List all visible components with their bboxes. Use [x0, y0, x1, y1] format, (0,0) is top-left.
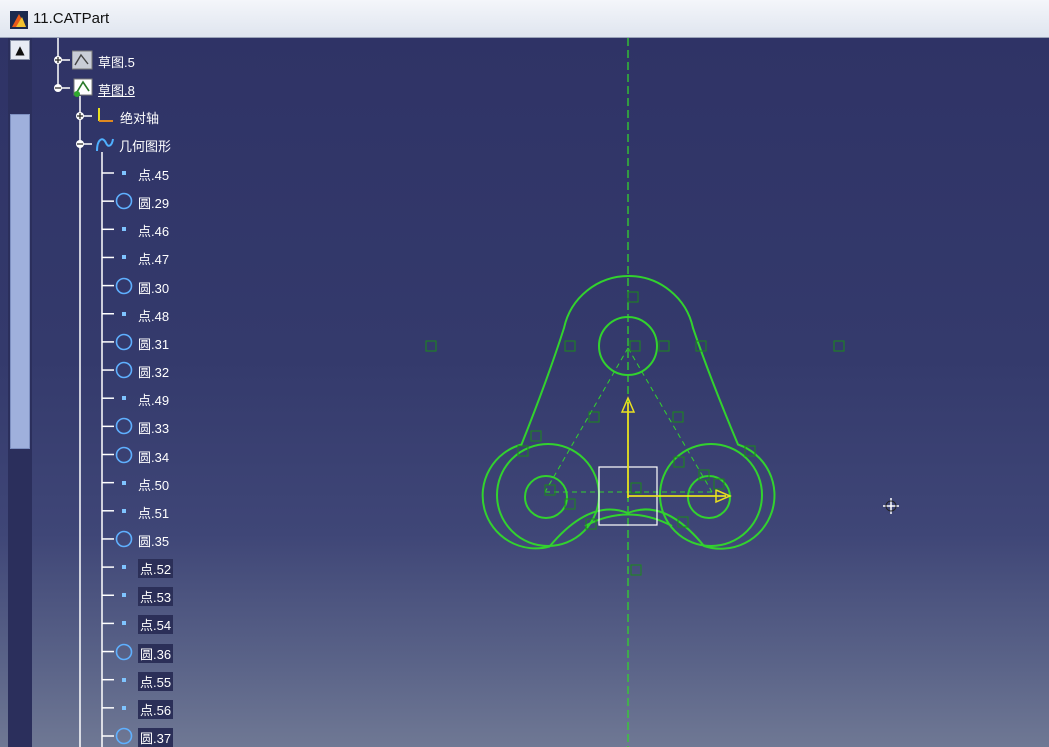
constraint-icon	[425, 340, 437, 352]
point-icon	[122, 508, 126, 513]
move-cursor-icon	[883, 498, 899, 514]
expander-minus-icon[interactable]	[76, 140, 84, 148]
tree-item-geometry-child[interactable]: 点.47	[138, 249, 169, 268]
constraint-icon	[833, 340, 845, 352]
circle-left-inner	[524, 475, 568, 519]
tree-item-geometry-child[interactable]: 圆.30	[138, 278, 169, 297]
tree-item-geometry-child[interactable]: 圆.34	[138, 447, 169, 466]
circle-icon	[115, 333, 133, 351]
tree-item-geometry-child[interactable]: 点.55	[138, 671, 174, 691]
sketch-active-icon	[73, 78, 93, 97]
point-icon	[122, 593, 126, 598]
point-icon	[122, 677, 126, 682]
tree-item-geometry-child[interactable]: 点.46	[138, 221, 169, 240]
sketch-icon	[72, 50, 93, 70]
point-icon	[122, 171, 126, 175]
tree-item-geometry-child[interactable]: 圆.31	[138, 334, 169, 353]
point-icon	[122, 480, 126, 485]
tree-item-geometry-child[interactable]: 圆.29	[138, 193, 169, 212]
constraint-icon	[530, 430, 542, 442]
tree-item-geometry[interactable]: 几何图形	[119, 136, 171, 155]
tree-item-geometry-child[interactable]: 圆.33	[138, 418, 169, 437]
point-icon	[122, 255, 126, 260]
circle-icon	[115, 361, 133, 379]
point-icon	[122, 311, 126, 316]
circle-icon	[115, 446, 133, 463]
tree-item-geometry-child[interactable]: 点.48	[138, 306, 169, 325]
tree-item-geometry-child[interactable]: 点.54	[138, 615, 174, 635]
tree-item-geometry-child[interactable]: 圆.36	[138, 643, 174, 663]
expander-minus-icon[interactable]	[54, 84, 62, 92]
tree-item-geometry-child[interactable]: 点.45	[138, 165, 169, 184]
point-icon	[122, 705, 126, 710]
constraint-icons	[425, 291, 845, 576]
point-icon	[122, 565, 126, 570]
circle-icon	[115, 277, 133, 294]
tree-item-geometry-child[interactable]: 点.56	[138, 699, 174, 719]
point-icon	[122, 227, 126, 232]
point-icon	[122, 621, 126, 626]
title-bar: 11.CATPart	[0, 0, 1049, 38]
circle-icon	[115, 727, 133, 745]
constraint-icon	[630, 564, 642, 576]
axis-system-icon	[98, 108, 113, 122]
circle-icon	[115, 643, 133, 660]
constraint-icon	[658, 340, 670, 352]
tree-item-geometry-child[interactable]: 点.51	[138, 503, 169, 522]
circle-icon	[115, 192, 133, 210]
constraint-icon	[627, 291, 639, 303]
circle-icon	[115, 418, 133, 435]
geometry-icon	[96, 138, 114, 152]
tree-item-geometry-child[interactable]: 点.49	[138, 390, 169, 409]
tree-item-absolute-axis[interactable]: 绝对轴	[120, 108, 159, 127]
tree-item-sketch-5[interactable]: 草图.5	[98, 52, 135, 71]
expander-plus-icon[interactable]	[76, 112, 84, 120]
constraint-icon	[629, 340, 641, 352]
constraint-icon	[672, 411, 684, 423]
tree-item-sketch-8[interactable]: 草图.8	[98, 80, 135, 99]
catia-part-icon	[10, 11, 28, 29]
tree-item-geometry-child[interactable]: 点.53	[138, 587, 174, 607]
tree-item-geometry-child[interactable]: 圆.35	[138, 531, 169, 550]
window-title: 11.CATPart	[33, 10, 110, 27]
expander-plus-icon[interactable]	[54, 56, 62, 64]
point-icon	[122, 396, 126, 401]
circle-right-outer	[659, 443, 763, 547]
tree-item-geometry-child[interactable]: 圆.32	[138, 362, 169, 381]
circle-icon	[115, 530, 133, 548]
constraint-icon	[564, 340, 576, 352]
sketch-viewport[interactable]: ▲ 草图.5 草图.8 绝对轴 几何图形 点.45 圆.29 点.46 点.47…	[0, 38, 1049, 747]
tree-item-geometry-child[interactable]: 点.52	[138, 559, 174, 579]
tree-item-geometry-child[interactable]: 圆.37	[138, 728, 174, 747]
tree-item-geometry-child[interactable]: 点.50	[138, 475, 169, 494]
